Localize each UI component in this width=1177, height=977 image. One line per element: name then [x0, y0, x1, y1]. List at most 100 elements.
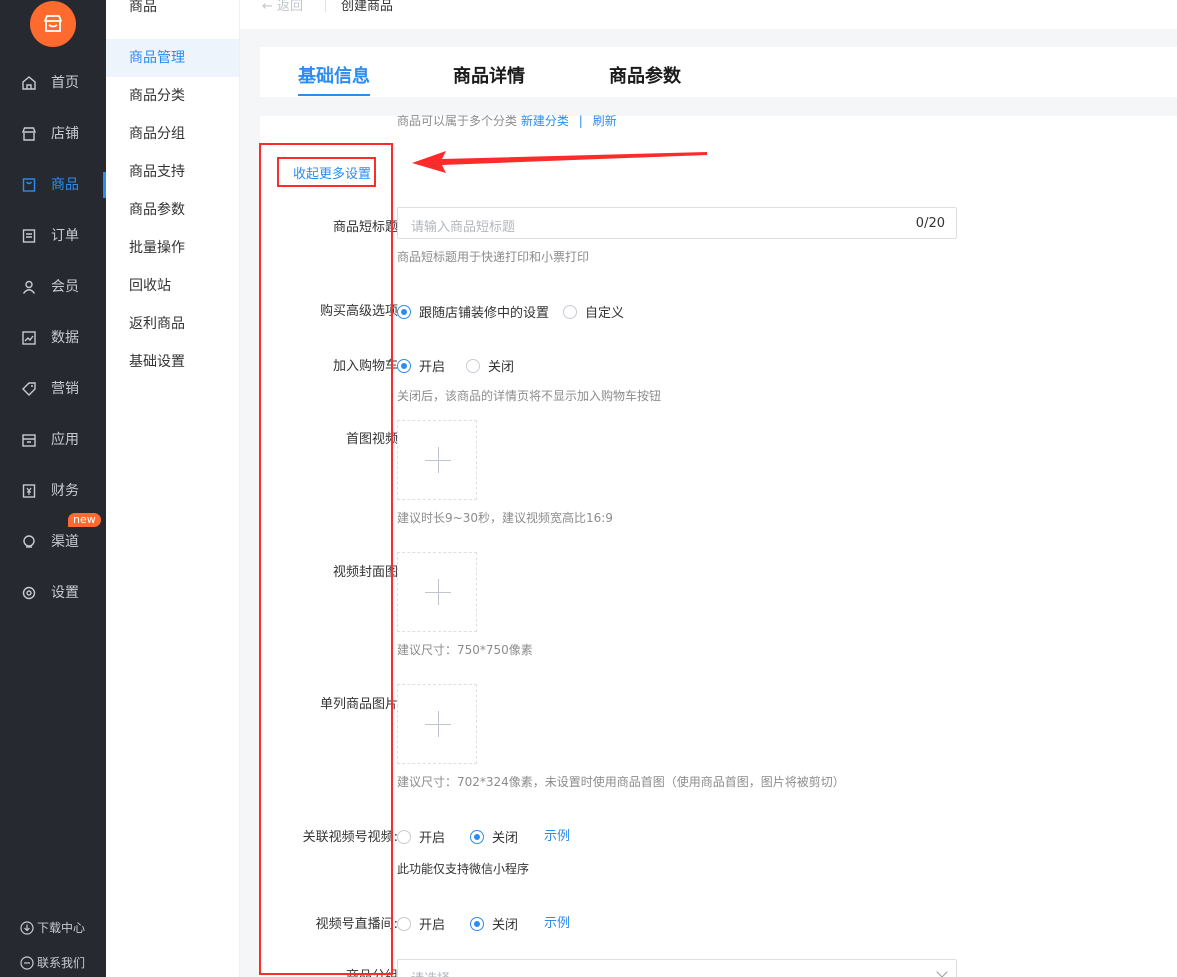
- finance-icon: [22, 484, 36, 498]
- sidebar-item-store[interactable]: 店铺: [0, 119, 106, 149]
- radio-label: 开启: [419, 831, 446, 846]
- cover-upload[interactable]: [397, 552, 477, 632]
- short-title-char-count: 0/20: [915, 216, 945, 231]
- form-card: 商品可以属于多个分类 新建分类 | 刷新 收起更多设置 商品短标题 请输入商品短…: [260, 114, 1177, 977]
- category-help-text: 商品可以属于多个分类: [397, 114, 518, 128]
- tab-goods-detail[interactable]: 商品详情: [453, 62, 525, 88]
- sidebar-item-data[interactable]: 数据: [0, 323, 106, 353]
- shop-logo-icon: [44, 15, 62, 32]
- radio-label: 关闭: [492, 831, 519, 846]
- video-help: 建议时长9~30秒，建议视频宽高比16:9: [397, 511, 613, 525]
- tab-basic-info[interactable]: 基础信息: [298, 62, 370, 88]
- new-category-link[interactable]: 新建分类: [521, 114, 569, 128]
- sidebar-item-app[interactable]: 应用: [0, 425, 106, 455]
- main-sidebar: 首页 店铺 商品 订单 会员 数据 营销 应用 财务 渠道 new 设置 下载中…: [0, 0, 106, 977]
- sidebar-item-label: 财务: [51, 483, 79, 499]
- goods-group-select[interactable]: 请选择: [397, 959, 957, 977]
- radio-circle: [397, 829, 411, 844]
- sidebar-item-label: 首页: [51, 75, 79, 91]
- cart-help: 关闭后，该商品的详情页将不显示加入购物车按钮: [397, 389, 662, 403]
- radio-circle: [397, 916, 411, 931]
- form-tabs: 基础信息 商品详情 商品参数: [260, 47, 1177, 97]
- back-label: 返回: [277, 0, 304, 14]
- contact-us-link[interactable]: 联系我们: [20, 954, 85, 971]
- order-icon: [22, 229, 36, 243]
- goods-subnav: 商品 商品管理 商品分类 商品分组 商品支持 商品参数 批量操作 回收站 返利商…: [106, 0, 240, 977]
- annotation-link-box: [277, 157, 376, 187]
- back-button[interactable]: ← 返回: [262, 0, 303, 14]
- category-help: 商品可以属于多个分类 新建分类 | 刷新: [397, 112, 617, 129]
- page-header: ← 返回 创建商品: [240, 0, 1177, 29]
- cart-off-radio[interactable]: 关闭: [466, 356, 514, 375]
- subnav-item-goods-support[interactable]: 商品支持: [106, 153, 239, 191]
- annotation-arrow-icon: [412, 151, 707, 173]
- short-title-help: 商品短标题用于快递打印和小票打印: [397, 250, 590, 264]
- sidebar-item-label: 数据: [51, 330, 79, 346]
- subnav-item-goods-management[interactable]: 商品管理: [106, 39, 239, 77]
- subnav-item-rebate-goods[interactable]: 返利商品: [106, 305, 239, 343]
- subnav-item-goods-params[interactable]: 商品参数: [106, 191, 239, 229]
- sidebar-item-goods[interactable]: 商品: [0, 170, 106, 200]
- buy-option-custom-radio[interactable]: 自定义: [563, 302, 624, 321]
- annotation-highlight-box: [259, 143, 393, 975]
- store-logo[interactable]: [30, 1, 76, 47]
- link-divider: |: [578, 114, 583, 128]
- plus-icon-v: [438, 447, 439, 473]
- sidebar-item-settings[interactable]: 设置: [0, 578, 106, 608]
- channel-video-example-link[interactable]: 示例: [544, 825, 570, 844]
- sidebar-item-label: 应用: [51, 432, 79, 448]
- subnav-item-goods-group[interactable]: 商品分组: [106, 115, 239, 153]
- new-badge: new: [68, 513, 101, 527]
- download-center-link[interactable]: 下载中心: [20, 919, 85, 936]
- subnav-item-batch-ops[interactable]: 批量操作: [106, 229, 239, 267]
- radio-label: 关闭: [488, 360, 515, 375]
- channel-video-note: 此功能仅支持微信小程序: [397, 862, 530, 876]
- radio-circle: [563, 304, 577, 319]
- sidebar-item-channel[interactable]: 渠道 new: [0, 513, 106, 557]
- header-divider: [325, 0, 326, 12]
- sidebar-item-label: 会员: [51, 279, 79, 295]
- refresh-link[interactable]: 刷新: [593, 114, 617, 128]
- sidebar-item-label: 商品: [51, 177, 79, 193]
- video-upload[interactable]: [397, 420, 477, 500]
- subnav-item-recycle-bin[interactable]: 回收站: [106, 267, 239, 305]
- live-room-off-radio[interactable]: 关闭: [470, 914, 518, 933]
- store-icon: [21, 127, 37, 141]
- sidebar-item-home[interactable]: 首页: [0, 68, 106, 98]
- app-icon: [22, 434, 36, 447]
- sidebar-item-label: 渠道: [51, 534, 79, 550]
- sidebar-item-member[interactable]: 会员: [0, 272, 106, 302]
- channel-video-on-radio[interactable]: 开启: [397, 827, 445, 846]
- user-icon: [22, 280, 36, 294]
- download-icon: [20, 920, 34, 935]
- sidebar-item-finance[interactable]: 财务: [0, 476, 106, 506]
- cover-help: 建议尺寸：750*750像素: [397, 643, 533, 657]
- short-title-input[interactable]: 请输入商品短标题 0/20: [397, 207, 957, 239]
- plus-icon-v: [438, 711, 439, 737]
- subnav-item-goods-category[interactable]: 商品分类: [106, 77, 239, 115]
- live-room-on-radio[interactable]: 开启: [397, 914, 445, 933]
- subnav-item-basic-settings[interactable]: 基础设置: [106, 343, 239, 381]
- cart-on-radio[interactable]: 开启: [397, 356, 445, 375]
- channel-video-off-radio[interactable]: 关闭: [470, 827, 518, 846]
- buy-option-follow-radio[interactable]: 跟随店铺装修中的设置: [397, 302, 549, 321]
- short-title-placeholder: 请输入商品短标题: [411, 220, 516, 235]
- radio-label: 开启: [419, 918, 446, 933]
- tab-goods-params[interactable]: 商品参数: [609, 62, 681, 88]
- goods-group-placeholder: 请选择: [411, 968, 450, 977]
- app-root: 首页 店铺 商品 订单 会员 数据 营销 应用 财务 渠道 new 设置 下载中…: [0, 0, 1177, 977]
- active-tab-indicator: [298, 94, 370, 96]
- radio-label: 开启: [419, 360, 446, 375]
- sidebar-item-order[interactable]: 订单: [0, 221, 106, 251]
- radio-circle: [470, 829, 484, 844]
- chat-icon: [20, 955, 34, 970]
- list-image-upload[interactable]: [397, 684, 477, 764]
- arrow-left-icon: ←: [262, 0, 278, 14]
- radio-circle: [470, 916, 484, 931]
- sidebar-item-marketing[interactable]: 营销: [0, 374, 106, 404]
- live-room-example-link[interactable]: 示例: [544, 912, 570, 931]
- contact-us-label: 联系我们: [37, 956, 86, 970]
- radio-label: 跟随店铺装修中的设置: [419, 306, 550, 321]
- radio-label: 自定义: [585, 306, 625, 321]
- radio-circle: [397, 304, 411, 319]
